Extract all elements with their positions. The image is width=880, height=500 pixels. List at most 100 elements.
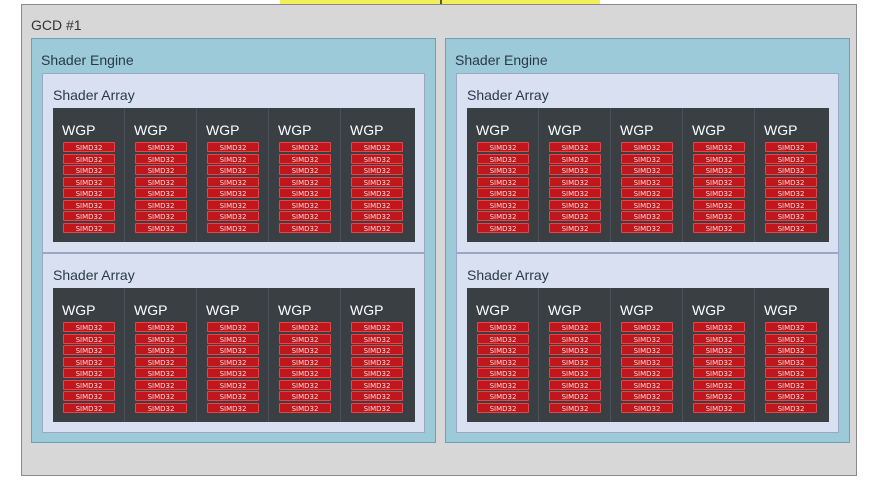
simd32-unit: SIMD32 (765, 391, 817, 401)
simd32-unit: SIMD32 (351, 211, 403, 221)
simd32-unit: SIMD32 (207, 345, 259, 355)
simd32-unit: SIMD32 (549, 165, 601, 175)
simd32-unit: SIMD32 (621, 333, 673, 344)
simd32-unit: SIMD32 (135, 322, 187, 332)
simd32-unit: SIMD32 (279, 379, 331, 390)
wgp-block: WGP SIMD32 SIMD32 SIMD32 SIMD32 SIMD32 SIMD32 S… (467, 288, 539, 422)
simd32-unit: SIMD32 (621, 199, 673, 210)
simd32-unit: SIMD32 (63, 222, 115, 233)
wgp-block: WGP SIMD32 SIMD32 SIMD32 SIMD32 SIMD32 SIMD32 S… (341, 108, 415, 242)
simd32-unit: SIMD32 (207, 211, 259, 221)
simd32-unit: SIMD32 (477, 176, 529, 187)
simd32-unit: SIMD32 (135, 188, 187, 198)
simd32-unit: SIMD32 (549, 345, 601, 355)
simd32-unit: SIMD32 (621, 188, 673, 198)
wgp-block: WGP SIMD32 SIMD32 SIMD32 SIMD32 SIMD32 SIMD32 S… (341, 288, 415, 422)
shader-engine-label: Shader Engine (455, 52, 548, 68)
simd32-unit: SIMD32 (351, 333, 403, 344)
simd-column: SIMD32 SIMD32 SIMD32 SIMD32 SIMD32 SIMD32 SIMD… (135, 322, 187, 414)
simd32-unit: SIMD32 (765, 356, 817, 367)
wgp-label: WGP (620, 122, 654, 138)
simd32-unit: SIMD32 (207, 176, 259, 187)
wgp-label: WGP (620, 302, 654, 318)
simd32-unit: SIMD32 (63, 199, 115, 210)
simd32-unit: SIMD32 (135, 345, 187, 355)
simd32-unit: SIMD32 (477, 199, 529, 210)
simd32-unit: SIMD32 (207, 165, 259, 175)
simd32-unit: SIMD32 (207, 379, 259, 390)
simd32-unit: SIMD32 (693, 356, 745, 367)
simd32-unit: SIMD32 (477, 356, 529, 367)
wgp-block: WGP SIMD32 SIMD32 SIMD32 SIMD32 SIMD32 SIMD32 S… (755, 288, 829, 422)
simd32-unit: SIMD32 (765, 188, 817, 198)
wgp-block: WGP SIMD32 SIMD32 SIMD32 SIMD32 SIMD32 SIMD32 S… (467, 108, 539, 242)
simd32-unit: SIMD32 (207, 188, 259, 198)
simd32-unit: SIMD32 (351, 379, 403, 390)
shader-engine: Shader Engine Shader Array WGP SIMD32 SIMD32… (31, 38, 436, 443)
simd32-unit: SIMD32 (765, 333, 817, 344)
shader-array: Shader Array WGP SIMD32 SIMD32 SIMD32 SIMD32 S… (456, 253, 839, 433)
simd32-unit: SIMD32 (549, 142, 601, 152)
simd32-unit: SIMD32 (63, 211, 115, 221)
simd32-unit: SIMD32 (693, 322, 745, 332)
simd-column: SIMD32 SIMD32 SIMD32 SIMD32 SIMD32 SIMD32 SIMD… (765, 322, 817, 414)
simd32-unit: SIMD32 (693, 142, 745, 152)
simd32-unit: SIMD32 (351, 188, 403, 198)
simd32-unit: SIMD32 (351, 199, 403, 210)
wgp-label: WGP (278, 122, 312, 138)
shader-engine: Shader Engine Shader Array WGP SIMD32 SIMD32… (445, 38, 850, 443)
simd32-unit: SIMD32 (63, 402, 115, 413)
wgp-label: WGP (692, 122, 726, 138)
simd32-unit: SIMD32 (207, 199, 259, 210)
simd32-unit: SIMD32 (279, 211, 331, 221)
simd32-unit: SIMD32 (621, 165, 673, 175)
simd32-unit: SIMD32 (477, 333, 529, 344)
simd32-unit: SIMD32 (549, 368, 601, 378)
shader-array-label: Shader Array (467, 267, 549, 283)
simd32-unit: SIMD32 (63, 188, 115, 198)
simd32-unit: SIMD32 (279, 176, 331, 187)
simd32-unit: SIMD32 (135, 153, 187, 164)
simd32-unit: SIMD32 (477, 379, 529, 390)
simd32-unit: SIMD32 (279, 333, 331, 344)
simd32-unit: SIMD32 (351, 165, 403, 175)
simd32-unit: SIMD32 (477, 188, 529, 198)
simd32-unit: SIMD32 (477, 211, 529, 221)
wgp-block: WGP SIMD32 SIMD32 SIMD32 SIMD32 SIMD32 SIMD32 S… (125, 108, 197, 242)
simd32-unit: SIMD32 (207, 322, 259, 332)
shader-array-label: Shader Array (53, 267, 135, 283)
simd32-unit: SIMD32 (63, 379, 115, 390)
simd-column: SIMD32 SIMD32 SIMD32 SIMD32 SIMD32 SIMD32 SIMD… (279, 142, 331, 234)
simd32-unit: SIMD32 (279, 188, 331, 198)
wgp-block: WGP SIMD32 SIMD32 SIMD32 SIMD32 SIMD32 SIMD32 S… (197, 108, 269, 242)
gcd-block: GCD #1 Shader Engine Shader Array WGP SIMD3… (21, 4, 857, 476)
simd32-unit: SIMD32 (477, 322, 529, 332)
wgp-block: WGP SIMD32 SIMD32 SIMD32 SIMD32 SIMD32 SIMD32 S… (269, 288, 341, 422)
simd32-unit: SIMD32 (207, 333, 259, 344)
simd32-unit: SIMD32 (549, 402, 601, 413)
simd32-unit: SIMD32 (621, 391, 673, 401)
simd32-unit: SIMD32 (765, 402, 817, 413)
simd32-unit: SIMD32 (135, 356, 187, 367)
simd-column: SIMD32 SIMD32 SIMD32 SIMD32 SIMD32 SIMD32 SIMD… (63, 322, 115, 414)
wgp-label: WGP (764, 122, 798, 138)
simd32-unit: SIMD32 (693, 211, 745, 221)
simd32-unit: SIMD32 (621, 356, 673, 367)
simd32-unit: SIMD32 (693, 176, 745, 187)
simd32-unit: SIMD32 (351, 153, 403, 164)
wgp-label: WGP (62, 302, 96, 318)
simd32-unit: SIMD32 (351, 391, 403, 401)
wgp-label: WGP (350, 302, 384, 318)
simd32-unit: SIMD32 (621, 211, 673, 221)
simd-column: SIMD32 SIMD32 SIMD32 SIMD32 SIMD32 SIMD32 SIMD… (477, 322, 529, 414)
simd32-unit: SIMD32 (63, 368, 115, 378)
wgp-label: WGP (206, 122, 240, 138)
simd32-unit: SIMD32 (207, 142, 259, 152)
simd32-unit: SIMD32 (477, 222, 529, 233)
wgp-block: WGP SIMD32 SIMD32 SIMD32 SIMD32 SIMD32 SIMD32 S… (539, 288, 611, 422)
simd32-unit: SIMD32 (135, 199, 187, 210)
wgp-block: WGP SIMD32 SIMD32 SIMD32 SIMD32 SIMD32 SIMD32 S… (125, 288, 197, 422)
simd32-unit: SIMD32 (279, 368, 331, 378)
wgp-block: WGP SIMD32 SIMD32 SIMD32 SIMD32 SIMD32 SIMD32 S… (197, 288, 269, 422)
simd32-unit: SIMD32 (621, 153, 673, 164)
